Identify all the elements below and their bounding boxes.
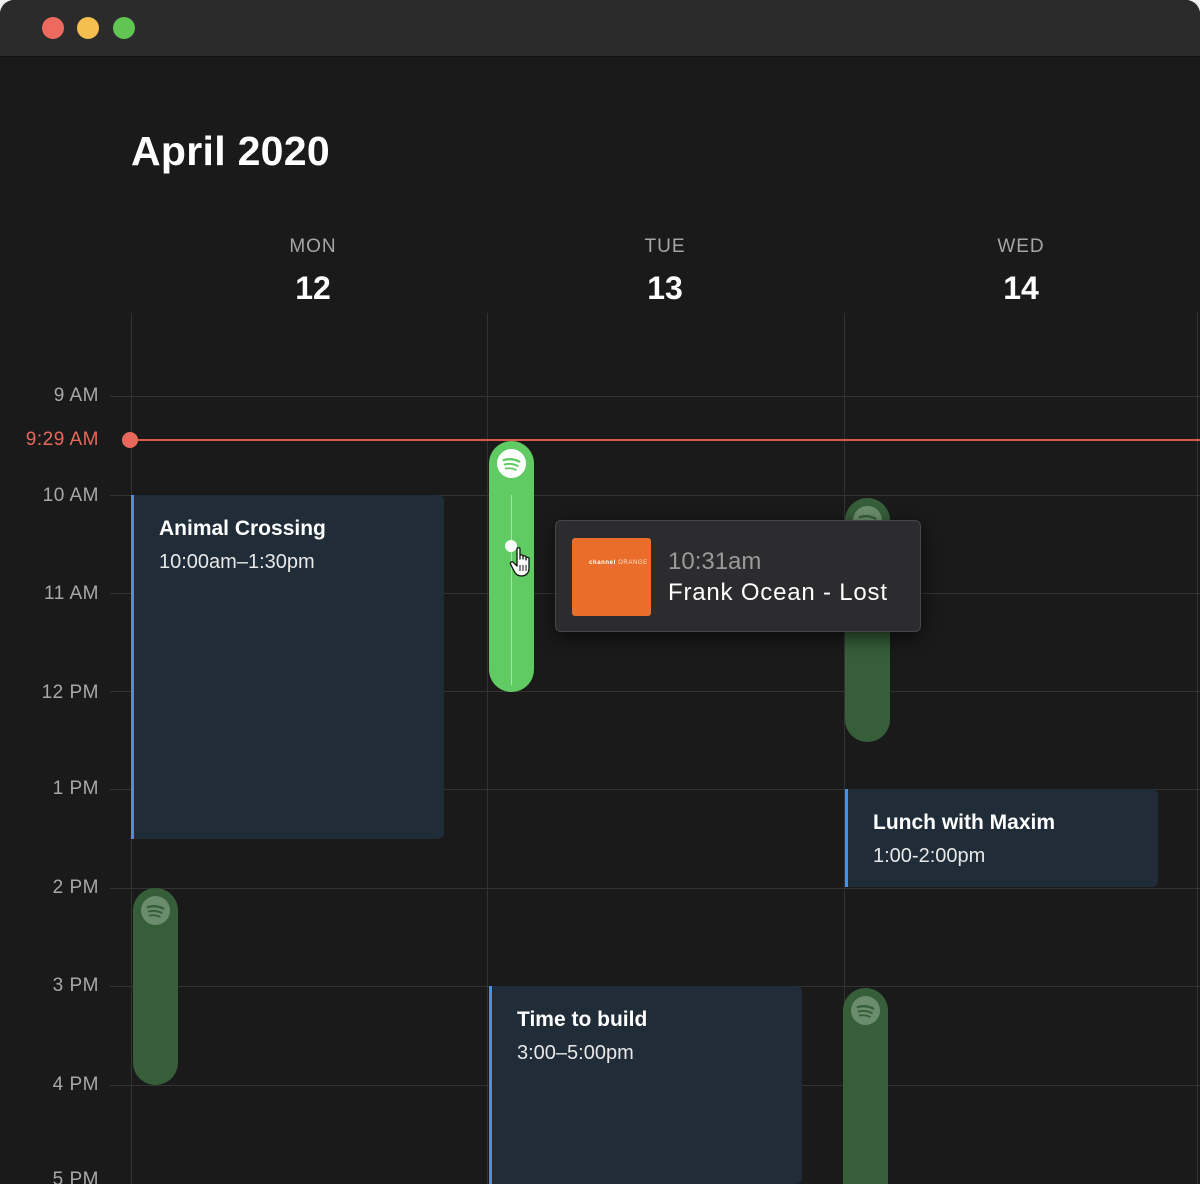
event-time: 1:00-2:00pm (873, 845, 986, 867)
event-animal-crossing[interactable]: Animal Crossing 10:00am–1:30pm (131, 495, 444, 839)
time-label: 1 PM (52, 778, 99, 799)
current-time-line (130, 439, 1200, 441)
event-title: Time to build (517, 1008, 648, 1031)
spotify-icon (140, 895, 171, 926)
event-title: Lunch with Maxim (873, 811, 1056, 834)
event-time-to-build[interactable]: Time to build 3:00–5:00pm (489, 986, 802, 1184)
day-number: 12 (295, 270, 331, 306)
day-header-wed[interactable]: WED 14 (921, 236, 1121, 307)
event-time: 3:00–5:00pm (517, 1042, 634, 1064)
day-divider (487, 313, 488, 1184)
spotify-listening-block[interactable] (133, 888, 178, 1085)
time-label: 9 AM (53, 385, 99, 406)
time-label: 3 PM (52, 975, 99, 996)
time-label: 4 PM (52, 1074, 99, 1095)
maximize-window-button[interactable] (113, 17, 135, 39)
minimize-window-button[interactable] (77, 17, 99, 39)
day-number: 14 (1003, 270, 1039, 306)
day-number: 13 (647, 270, 683, 306)
day-name: MON (289, 236, 337, 257)
close-window-button[interactable] (42, 17, 64, 39)
now-playing-time: 10:31am (668, 548, 762, 575)
time-label: 11 AM (44, 583, 99, 604)
page-title: April 2020 (131, 128, 330, 174)
now-playing-popup: channel ORANGE 10:31am Frank Ocean - Los… (555, 520, 921, 632)
spotify-icon (850, 995, 881, 1026)
event-title: Animal Crossing (159, 517, 326, 540)
time-label: 5 PM (52, 1169, 99, 1184)
time-label: 10 AM (42, 485, 99, 506)
day-divider (1197, 313, 1198, 1184)
event-lunch-with-maxim[interactable]: Lunch with Maxim 1:00-2:00pm (845, 789, 1158, 887)
day-header-tue[interactable]: TUE 13 (565, 236, 765, 307)
title-bar (0, 0, 1200, 57)
album-art: channel ORANGE (572, 538, 651, 616)
day-name: TUE (644, 236, 686, 257)
spotify-icon (496, 448, 527, 479)
time-label: 12 PM (41, 682, 99, 703)
day-header-mon[interactable]: MON 12 (213, 236, 413, 307)
event-time: 10:00am–1:30pm (159, 551, 315, 573)
hour-gridline (110, 888, 1200, 889)
playback-track-line (511, 495, 512, 685)
album-art-text: channel ORANGE (589, 560, 648, 566)
current-time-dot (122, 432, 138, 448)
time-label: 2 PM (52, 877, 99, 898)
calendar-window: April 2020 MON 12 TUE 13 WED 14 9 AM 10 … (0, 0, 1200, 1184)
now-playing-track: Frank Ocean - Lost (668, 579, 888, 606)
spotify-listening-block[interactable] (843, 988, 888, 1184)
hour-gridline (110, 396, 1200, 397)
current-time-label: 9:29 AM (25, 429, 99, 450)
day-name: WED (997, 236, 1045, 257)
hand-pointer-cursor-icon (509, 547, 530, 577)
